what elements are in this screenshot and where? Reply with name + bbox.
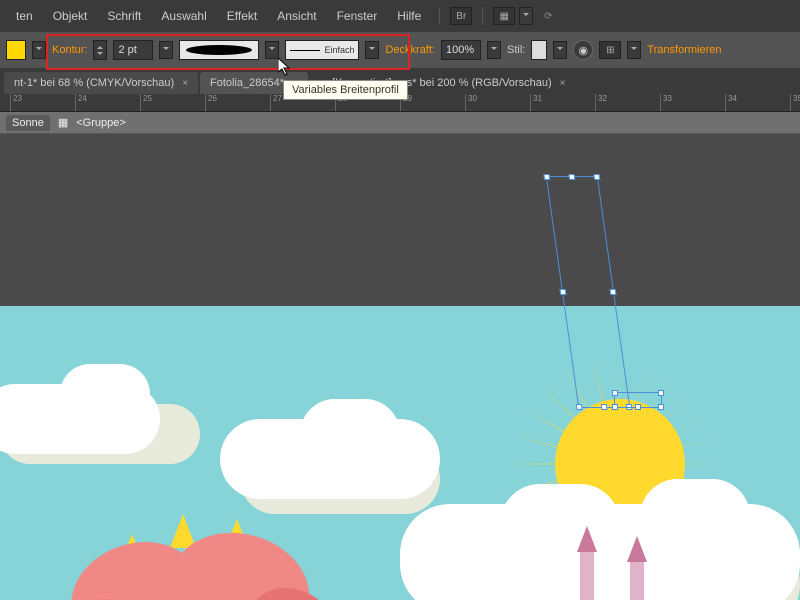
kontur-label: Kontur:: [52, 44, 87, 56]
style-swatch[interactable]: [531, 40, 547, 60]
document-tab[interactable]: nt-1* bei 68 % (CMYK/Vorschau)×: [4, 72, 198, 94]
opacity-dropdown[interactable]: [487, 41, 501, 59]
align-dropdown[interactable]: [627, 41, 641, 59]
style-dropdown[interactable]: [553, 41, 567, 59]
menu-item[interactable]: Auswahl: [153, 5, 214, 27]
menu-bar: ten Objekt Schrift Auswahl Effekt Ansich…: [0, 0, 800, 32]
menu-item[interactable]: ten: [8, 5, 41, 27]
layer-name[interactable]: Sonne: [6, 115, 50, 131]
menu-item[interactable]: Hilfe: [389, 5, 429, 27]
brush-preview[interactable]: [179, 40, 259, 60]
options-bar: Kontur: 2 pt Einfach Deckkraft: 100% Sti…: [0, 32, 800, 68]
align-icon[interactable]: ⊞: [599, 41, 621, 59]
style-label: Stil:: [507, 44, 525, 56]
recolor-icon[interactable]: ◉: [573, 40, 593, 60]
close-icon[interactable]: ×: [560, 78, 566, 89]
group-label: <Gruppe>: [76, 117, 126, 129]
menu-item[interactable]: Effekt: [219, 5, 265, 27]
stroke-field[interactable]: 2 pt: [113, 40, 153, 60]
dragon-artwork: [40, 514, 360, 600]
fill-swatch[interactable]: [6, 40, 26, 60]
castle-tower: [630, 560, 644, 600]
menu-item[interactable]: Ansicht: [269, 5, 324, 27]
transform-link[interactable]: Transformieren: [647, 44, 721, 56]
brush-dropdown[interactable]: [265, 41, 279, 59]
menu-item[interactable]: Schrift: [99, 5, 149, 27]
menu-item[interactable]: Fenster: [329, 5, 386, 27]
opacity-field[interactable]: 100%: [441, 40, 481, 60]
arrange-icon[interactable]: ▦: [493, 7, 515, 25]
isolation-icon[interactable]: ▦: [58, 116, 68, 129]
gpu-icon[interactable]: ⟳: [537, 7, 559, 25]
profile-dropdown[interactable]: [365, 41, 379, 59]
fill-dropdown[interactable]: [32, 41, 46, 59]
castle-tower: [580, 550, 594, 600]
stroke-dropdown[interactable]: [159, 41, 173, 59]
bridge-icon[interactable]: Br: [450, 7, 472, 25]
canvas[interactable]: [0, 134, 800, 600]
width-profile[interactable]: Einfach: [285, 40, 359, 60]
layer-bar: Sonne ▦ <Gruppe>: [0, 112, 800, 134]
opacity-label: Deckkraft:: [385, 44, 435, 56]
close-icon[interactable]: ×: [182, 78, 188, 89]
stroke-spinner[interactable]: [93, 40, 107, 60]
tooltip: Variables Breitenprofil: [283, 80, 408, 100]
menu-item[interactable]: Objekt: [45, 5, 96, 27]
arrange-dropdown[interactable]: [519, 7, 533, 25]
